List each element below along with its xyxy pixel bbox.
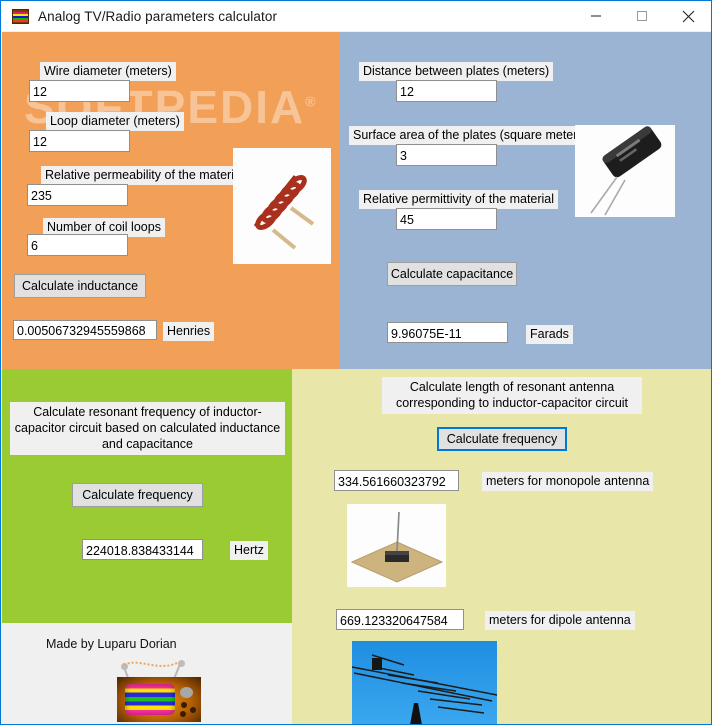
farads-unit-label: Farads [526,325,573,344]
monopole-antenna-image [347,504,446,587]
wire-diameter-label: Wire diameter (meters) [40,62,176,81]
capacitor-image [575,125,675,217]
permeability-label: Relative permeability of the material [41,166,248,185]
minimize-button[interactable] [573,1,619,31]
inductor-coil-image [233,148,331,264]
tv-dot-2-icon [190,707,196,713]
frequency-description-label: Calculate resonant frequency of inductor… [10,402,285,455]
close-icon [682,10,694,22]
calculate-capacitance-button[interactable]: Calculate capacitance [387,262,517,286]
permittivity-input[interactable]: 45 [396,208,497,230]
permittivity-label: Relative permittivity of the material [359,190,559,209]
plate-area-input[interactable]: 3 [396,144,497,166]
antenna-description-label: Calculate length of resonant antenna cor… [382,377,642,414]
tv-dot-3-icon [180,711,186,717]
tv-screen-icon [125,684,175,715]
frequency-panel: Calculate resonant frequency of inductor… [2,369,292,623]
minimize-icon [591,15,601,17]
monopole-result-input[interactable]: 334.561660323792 [334,470,459,491]
loop-diameter-label: Loop diameter (meters) [46,112,184,131]
frequency-result-input[interactable]: 224018.838433144 [82,539,203,560]
title-bar: Analog TV/Radio parameters calculator [1,1,711,31]
maximize-icon [637,11,647,21]
henries-unit-label: Henries [163,322,215,341]
tv-knob-icon [180,687,193,698]
window-controls [573,1,711,31]
credit-label: Made by Luparu Dorian [46,637,177,651]
wire-diameter-input[interactable]: 12 [29,80,130,102]
calculate-antenna-frequency-button[interactable]: Calculate frequency [437,427,567,451]
maximize-button[interactable] [619,1,665,31]
capacitance-result-input[interactable]: 9.96075E-11 [387,322,508,343]
monopole-unit-label: meters for monopole antenna [482,472,654,491]
plate-area-label: Surface area of the plates (square meter… [349,126,592,145]
window-title: Analog TV/Radio parameters calculator [38,8,278,24]
loop-diameter-input[interactable]: 12 [29,130,130,152]
application-window: Analog TV/Radio parameters calculator SO… [0,0,712,725]
hertz-unit-label: Hertz [230,541,268,560]
inductance-result-input[interactable]: 0.00506732945559868 [13,320,157,340]
tv-icon [12,8,29,24]
antenna-panel: Calculate length of resonant antenna cor… [292,369,711,724]
dipole-result-input[interactable]: 669.123320647584 [336,609,464,630]
calculate-inductance-button[interactable]: Calculate inductance [14,274,146,298]
capacitance-panel: Distance between plates (meters) 12 Surf… [339,32,711,369]
coil-loops-input[interactable]: 6 [27,234,128,256]
permeability-input[interactable]: 235 [27,184,128,206]
plate-distance-label: Distance between plates (meters) [359,62,554,81]
plate-distance-input[interactable]: 12 [396,80,497,102]
close-button[interactable] [665,1,711,31]
dipole-antenna-image [352,641,497,724]
calculate-frequency-button[interactable]: Calculate frequency [72,483,203,507]
tv-body-icon [117,677,201,722]
inductance-panel: SOFTPEDIA® Wire diameter (meters) 12 Loo… [2,32,339,369]
dipole-unit-label: meters for dipole antenna [485,611,635,630]
tv-dot-1-icon [181,702,187,708]
